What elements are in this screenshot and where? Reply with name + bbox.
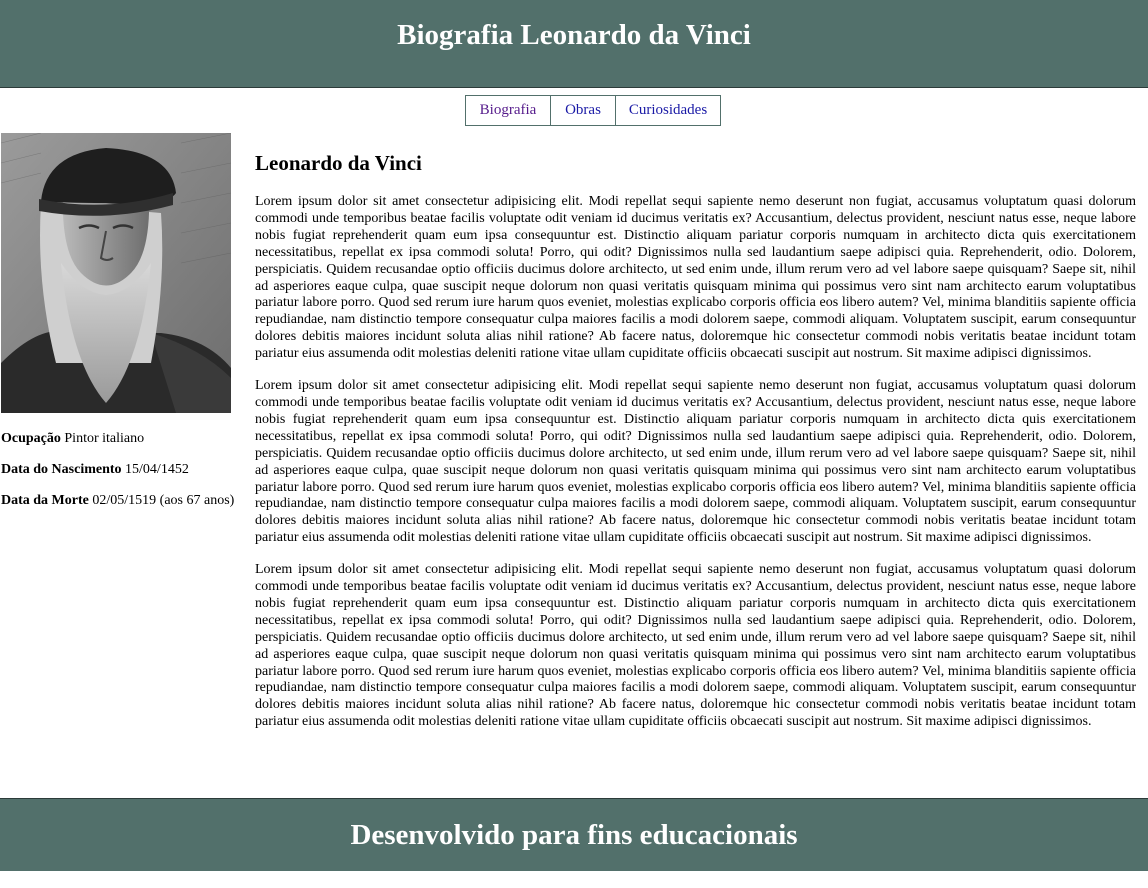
biography-paragraph: Lorem ipsum dolor sit amet consectetur a… <box>255 194 1136 362</box>
footer-text: Desenvolvido para fins educacionais <box>350 819 798 851</box>
page: Biografia Leonardo da Vinci Biografia Ob… <box>0 0 1148 888</box>
nav-link-obras[interactable]: Obras <box>550 95 616 126</box>
page-footer: Desenvolvido para fins educacionais <box>0 798 1148 871</box>
page-title: Biografia Leonardo da Vinci <box>397 19 751 51</box>
birth-date-row: Data do Nascimento 15/04/1452 <box>1 462 251 478</box>
occupation-label: Ocupação <box>1 431 61 446</box>
death-date-label: Data da Morte <box>1 493 89 508</box>
biography-facts: Ocupação Pintor italiano Data do Nascime… <box>1 431 251 524</box>
biography-paragraph: Lorem ipsum dolor sit amet consectetur a… <box>255 562 1136 730</box>
occupation-value: Pintor italiano <box>64 431 145 446</box>
nav-link-curiosidades[interactable]: Curiosidades <box>615 95 721 126</box>
birth-date-label: Data do Nascimento <box>1 462 122 477</box>
birth-date-value: 15/04/1452 <box>125 462 189 477</box>
biography-paragraph: Lorem ipsum dolor sit amet consectetur a… <box>255 378 1136 546</box>
death-date-value: 02/05/1519 (aos 67 anos) <box>92 493 235 508</box>
page-header: Biografia Leonardo da Vinci <box>0 0 1148 88</box>
nav-link-biografia[interactable]: Biografia <box>465 95 551 126</box>
death-date-row: Data da Morte 02/05/1519 (aos 67 anos) <box>1 493 251 509</box>
occupation-row: Ocupação Pintor italiano <box>1 431 251 447</box>
content-heading: Leonardo da Vinci <box>255 151 422 175</box>
biography-content: Leonardo da Vinci Lorem ipsum dolor sit … <box>255 150 1136 746</box>
main-nav: Biografia Obras Curiosidades <box>465 95 721 126</box>
leonardo-portrait-image <box>1 133 231 413</box>
